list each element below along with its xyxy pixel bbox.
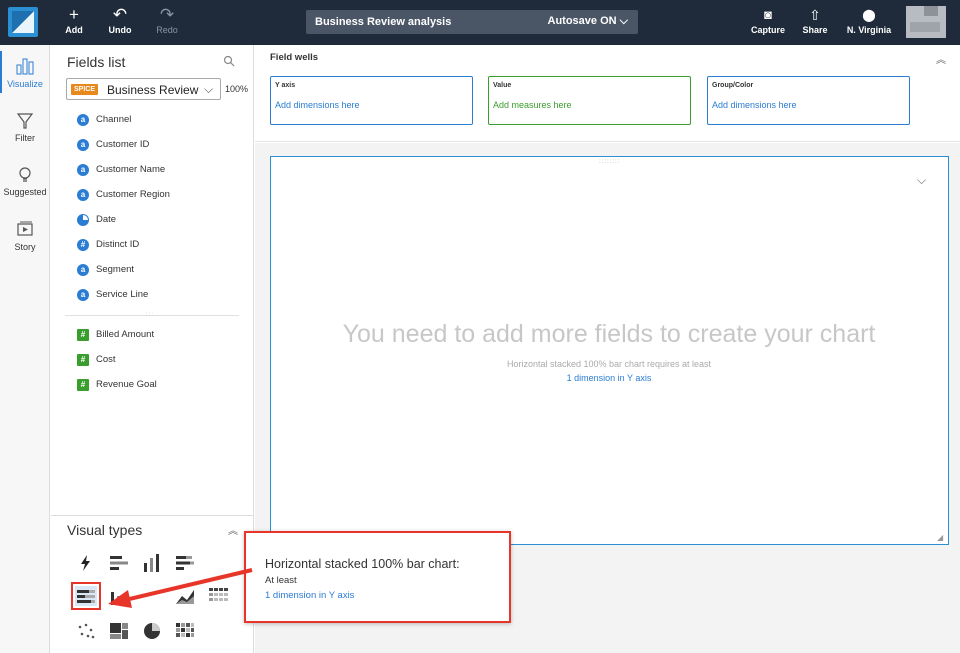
share-icon: ⇧ xyxy=(809,7,821,23)
rail-item-story[interactable]: Story xyxy=(0,220,50,252)
horizontal-stacked-100-bar-chart-icon[interactable] xyxy=(71,582,101,610)
field-wells-area: Field wells ︽ Y axis Add dimensions here… xyxy=(255,45,960,142)
vertical-stacked-bar-chart-icon[interactable] xyxy=(108,586,130,606)
story-icon xyxy=(0,220,50,242)
visual-type-tooltip: Horizontal stacked 100% bar chart: At le… xyxy=(244,531,511,623)
measure-field-icon: # xyxy=(77,329,89,341)
undo-icon: ↶ xyxy=(112,5,128,24)
quicksight-logo[interactable] xyxy=(8,7,38,37)
collapse-icon[interactable]: ︽ xyxy=(228,522,238,537)
string-field-icon: a xyxy=(77,114,89,126)
undo-button[interactable]: ↶ Undo xyxy=(100,5,140,35)
filter-icon xyxy=(0,111,50,133)
requirement-link[interactable]: 1 dimension in Y axis xyxy=(271,373,947,383)
lightbulb-icon xyxy=(0,165,50,187)
horizontal-bar-chart-icon[interactable] xyxy=(108,553,130,573)
spice-badge: SPICE xyxy=(71,84,99,95)
region-button[interactable]: ⬤ N. Virginia xyxy=(843,5,895,35)
location-pin-icon: ⬤ xyxy=(862,8,876,22)
fields-panel: Fields list SPICE Business Review ⌵ 100%… xyxy=(51,45,254,653)
visual-types-title: Visual types xyxy=(67,522,143,538)
share-button[interactable]: ⇧ Share xyxy=(795,5,835,35)
tooltip-link[interactable]: 1 dimension in Y axis xyxy=(265,590,354,601)
search-icon[interactable] xyxy=(223,55,235,70)
tooltip-subtitle: At least xyxy=(265,575,297,586)
pivot-table-icon[interactable] xyxy=(207,586,229,606)
dataset-percent: 100% xyxy=(225,84,249,94)
visual-container[interactable]: :::::::: ⌵ You need to add more fields t… xyxy=(270,156,949,545)
horizontal-stacked-bar-chart-icon[interactable] xyxy=(174,553,196,573)
field-wells-title: Field wells xyxy=(270,52,319,63)
resize-handle-icon[interactable]: ◢ xyxy=(937,533,943,542)
add-button[interactable]: + Add xyxy=(54,5,94,35)
dataset-name: Business Review xyxy=(107,83,199,97)
y-axis-well[interactable]: Y axis Add dimensions here xyxy=(270,76,473,125)
empty-visual-requirement: Horizontal stacked 100% bar chart requir… xyxy=(506,359,712,369)
rail-item-suggested[interactable]: Suggested xyxy=(0,165,50,197)
visual-types-separator xyxy=(51,515,254,516)
user-avatar[interactable] xyxy=(906,6,946,38)
left-rail: Visualize Filter Suggested Story xyxy=(0,45,50,653)
chevron-down-icon[interactable]: ⌵ xyxy=(917,173,926,188)
top-bar: + Add ↶ Undo ↷ Redo Business Review anal… xyxy=(0,0,960,45)
string-field-icon: a xyxy=(77,264,89,276)
number-field-icon: # xyxy=(77,239,89,251)
heat-map-icon[interactable] xyxy=(174,621,196,641)
date-field-icon xyxy=(77,214,89,226)
drag-handle-icon[interactable]: ::: xyxy=(146,312,154,318)
collapse-icon[interactable]: ︽ xyxy=(936,51,946,66)
empty-visual-message: You need to add more fields to create yo… xyxy=(342,320,876,348)
capture-button[interactable]: ◙ Capture xyxy=(748,5,788,35)
string-field-icon: a xyxy=(77,189,89,201)
rail-item-filter[interactable]: Filter xyxy=(0,111,50,143)
plus-icon: + xyxy=(69,5,79,24)
analysis-name-box[interactable]: Business Review analysis Autosave ON ⌵ xyxy=(306,10,638,34)
analysis-name[interactable]: Business Review analysis xyxy=(315,16,451,28)
measure-field-icon: # xyxy=(77,379,89,391)
dataset-select[interactable]: SPICE Business Review ⌵ xyxy=(66,78,221,100)
redo-icon: ↷ xyxy=(159,5,175,24)
scatter-plot-icon[interactable] xyxy=(75,621,97,641)
string-field-icon: a xyxy=(77,289,89,301)
group-color-well[interactable]: Group/Color Add dimensions here xyxy=(707,76,910,125)
bar-chart-icon xyxy=(0,57,50,79)
drag-handle-icon[interactable]: :::::::: xyxy=(599,159,620,165)
string-field-icon: a xyxy=(77,139,89,151)
value-well[interactable]: Value Add measures here xyxy=(488,76,691,125)
camera-icon: ◙ xyxy=(764,7,772,22)
string-field-icon: a xyxy=(77,164,89,176)
pie-chart-icon[interactable] xyxy=(141,621,163,641)
tree-map-icon[interactable] xyxy=(108,621,130,641)
rail-item-visualize[interactable]: Visualize xyxy=(0,51,50,93)
redo-button[interactable]: ↷ Redo xyxy=(147,5,187,35)
measure-field-icon: # xyxy=(77,354,89,366)
fields-list-title: Fields list xyxy=(67,54,126,70)
autosave-toggle[interactable]: Autosave ON ⌵ xyxy=(548,15,628,28)
vertical-bar-chart-icon[interactable] xyxy=(141,553,163,573)
tooltip-title: Horizontal stacked 100% bar chart: xyxy=(265,557,460,571)
chevron-down-icon: ⌵ xyxy=(204,82,214,96)
chevron-down-icon: ⌵ xyxy=(619,15,628,27)
area-chart-icon[interactable] xyxy=(174,586,196,606)
autograph-visual-icon[interactable] xyxy=(75,553,97,573)
